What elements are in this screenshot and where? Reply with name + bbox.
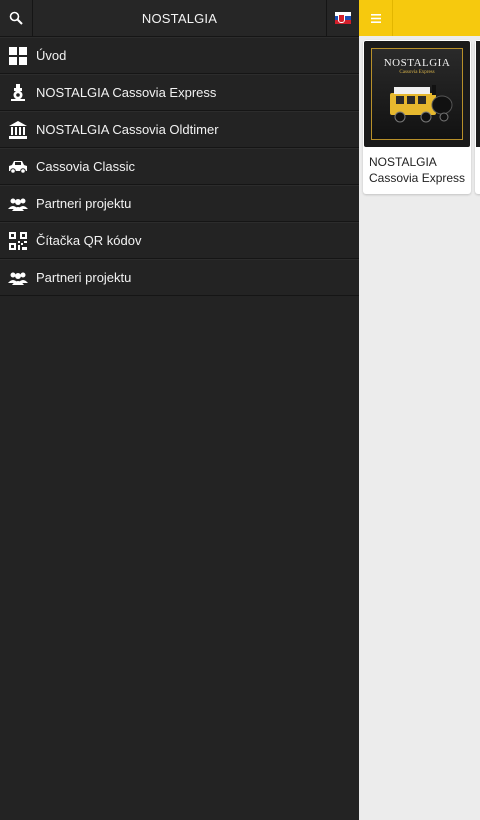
- car-icon: [0, 149, 36, 184]
- menu-item-cassovia-express[interactable]: NOSTALGIA Cassovia Express: [0, 74, 359, 111]
- menu-item-cassovia-classic[interactable]: Cassovia Classic: [0, 148, 359, 185]
- menu-item-label: NOSTALGIA Cassovia Oldtimer: [36, 122, 219, 137]
- people-icon: [0, 186, 36, 221]
- menu-item-uvod[interactable]: Úvod: [0, 37, 359, 74]
- menu-item-partneri-projektu[interactable]: Partneri projektu: [0, 185, 359, 222]
- menu-item-qr-reader[interactable]: Čítačka QR kódov: [0, 222, 359, 259]
- thumbnail-frame: NOSTALGIA Cassovia Express: [371, 48, 463, 140]
- drawer-menu: Úvod NOSTALGIA Cassovia Express NOSTALGI…: [0, 37, 359, 296]
- menu-item-label: Úvod: [36, 48, 67, 63]
- hamburger-icon: [370, 13, 381, 23]
- menu-item-label: Partneri projektu: [36, 270, 132, 285]
- qr-code-icon: [0, 223, 36, 258]
- drawer-header: NOSTALGIA: [0, 0, 359, 37]
- language-button[interactable]: [326, 0, 359, 36]
- drawer-title: NOSTALGIA: [141, 10, 218, 26]
- menu-item-label: Partneri projektu: [36, 196, 132, 211]
- content-card-partial[interactable]: [475, 40, 480, 194]
- menu-item-label: NOSTALGIA Cassovia Express: [36, 85, 217, 100]
- navigation-drawer: NOSTALGIA Úvod NOSTALGIA Cassovia Expres…: [0, 0, 359, 820]
- menu-item-label: Čítačka QR kódov: [36, 233, 142, 248]
- menu-item-cassovia-oldtimer[interactable]: NOSTALGIA Cassovia Oldtimer: [0, 111, 359, 148]
- vintage-train-image: [390, 85, 453, 123]
- menu-item-label: Cassovia Classic: [36, 159, 135, 174]
- search-button[interactable]: [0, 0, 33, 36]
- card-thumbnail: NOSTALGIA Cassovia Express: [364, 41, 470, 147]
- slovak-flag-icon: [335, 12, 351, 24]
- museum-icon: [0, 112, 36, 147]
- search-icon: [9, 11, 23, 25]
- content-card[interactable]: NOSTALGIA Cassovia Express NOSTALGIA Cas…: [363, 40, 471, 194]
- app-toolbar: [359, 0, 480, 36]
- card-label: NOSTALGIA Cassovia Express: [369, 155, 466, 185]
- people-icon: [0, 260, 36, 295]
- menu-item-partneri-projektu-2[interactable]: Partneri projektu: [0, 259, 359, 296]
- menu-toggle-button[interactable]: [359, 0, 393, 36]
- train-icon: [0, 75, 36, 110]
- grid-icon: [0, 38, 36, 73]
- card-thumbnail: [476, 41, 480, 147]
